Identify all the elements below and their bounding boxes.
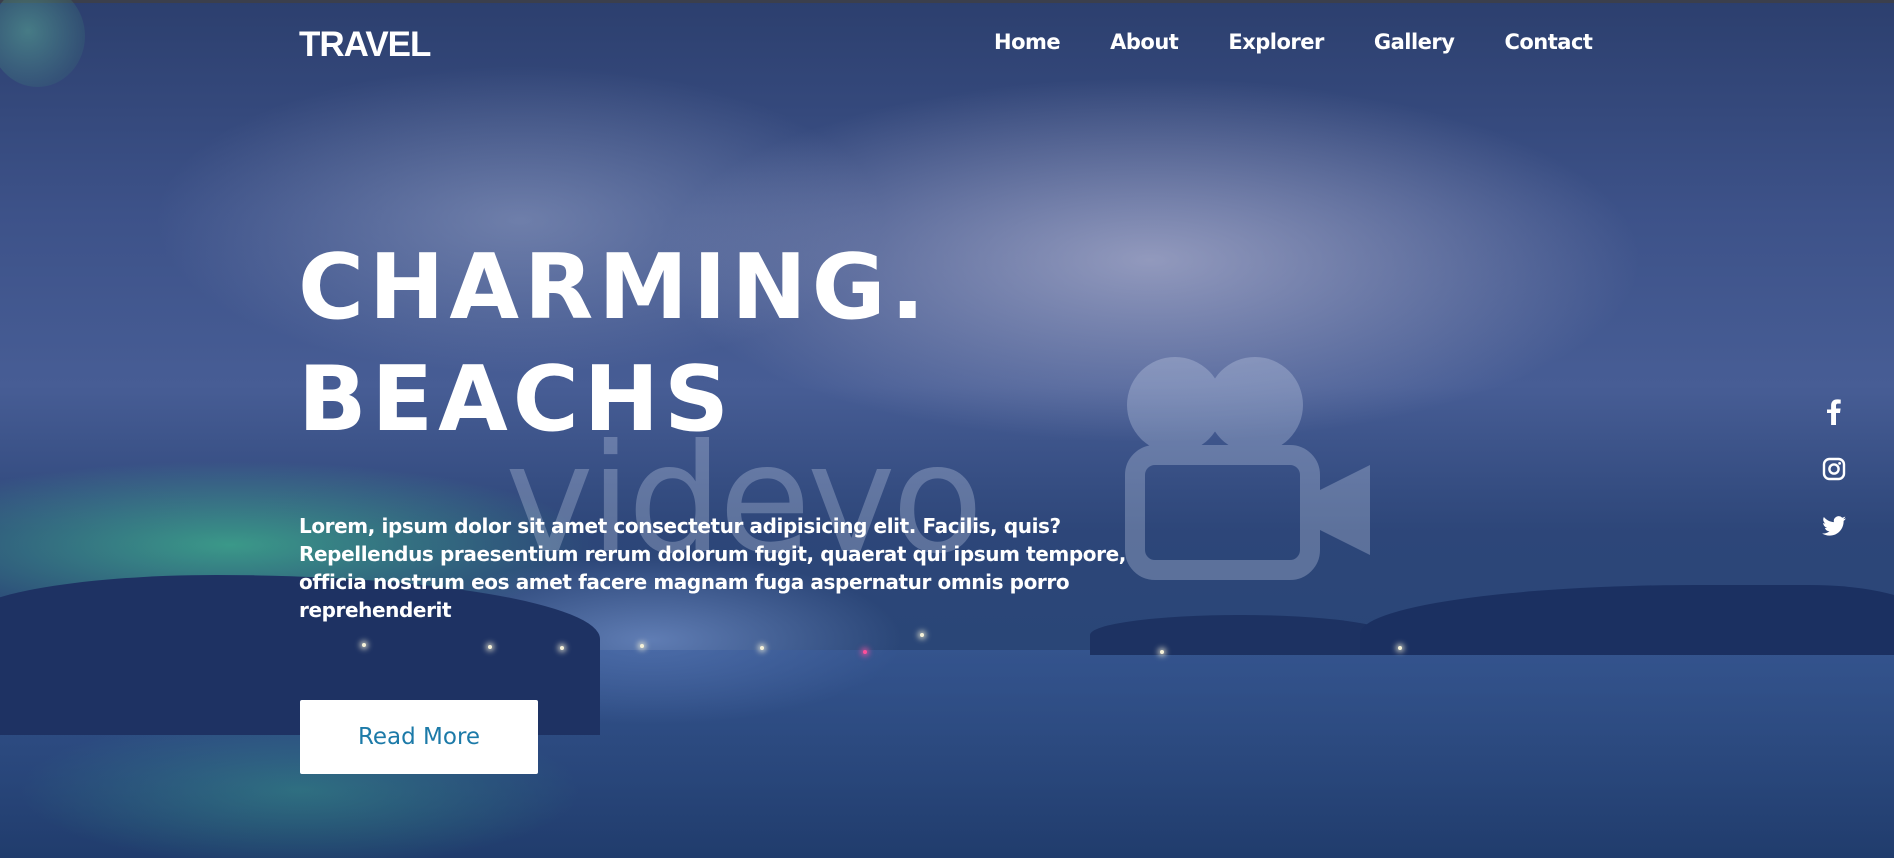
twitter-icon bbox=[1822, 516, 1846, 536]
hero-headline: CHARMING. BEACHS bbox=[298, 232, 930, 456]
headline-line-1: CHARMING. bbox=[298, 235, 930, 340]
nav-link-contact[interactable]: Contact bbox=[1504, 30, 1593, 54]
read-more-button[interactable]: Read More bbox=[300, 700, 538, 774]
twitter-link[interactable] bbox=[1818, 510, 1850, 542]
hero-section: videvo TRAVEL Home About Explorer Galler… bbox=[0, 0, 1894, 858]
shore-light bbox=[760, 646, 764, 650]
facebook-link[interactable] bbox=[1818, 396, 1850, 428]
shore-light bbox=[1398, 646, 1402, 650]
headline-line-2: BEACHS bbox=[298, 347, 734, 452]
nav-link-about[interactable]: About bbox=[1110, 30, 1179, 54]
shore-light bbox=[640, 644, 644, 648]
shore-light bbox=[920, 633, 924, 637]
facebook-icon bbox=[1827, 399, 1841, 425]
shore-light bbox=[362, 643, 366, 647]
social-links bbox=[1818, 396, 1850, 567]
nav-link-gallery[interactable]: Gallery bbox=[1374, 30, 1455, 54]
hero-description: Lorem, ipsum dolor sit amet consectetur … bbox=[299, 514, 1126, 622]
shore-light-pink bbox=[863, 650, 867, 654]
site-logo[interactable]: TRAVEL bbox=[299, 25, 431, 65]
shore-light bbox=[560, 646, 564, 650]
shore-light bbox=[1160, 650, 1164, 654]
shore-light bbox=[488, 645, 492, 649]
instagram-link[interactable] bbox=[1818, 453, 1850, 485]
nav-link-explorer[interactable]: Explorer bbox=[1228, 30, 1324, 54]
navbar: TRAVEL Home About Explorer Gallery Conta… bbox=[0, 0, 1894, 90]
nav-menu: Home About Explorer Gallery Contact bbox=[994, 30, 1593, 54]
island-right bbox=[1360, 585, 1894, 655]
nav-link-home[interactable]: Home bbox=[994, 30, 1061, 54]
instagram-icon bbox=[1822, 457, 1846, 481]
